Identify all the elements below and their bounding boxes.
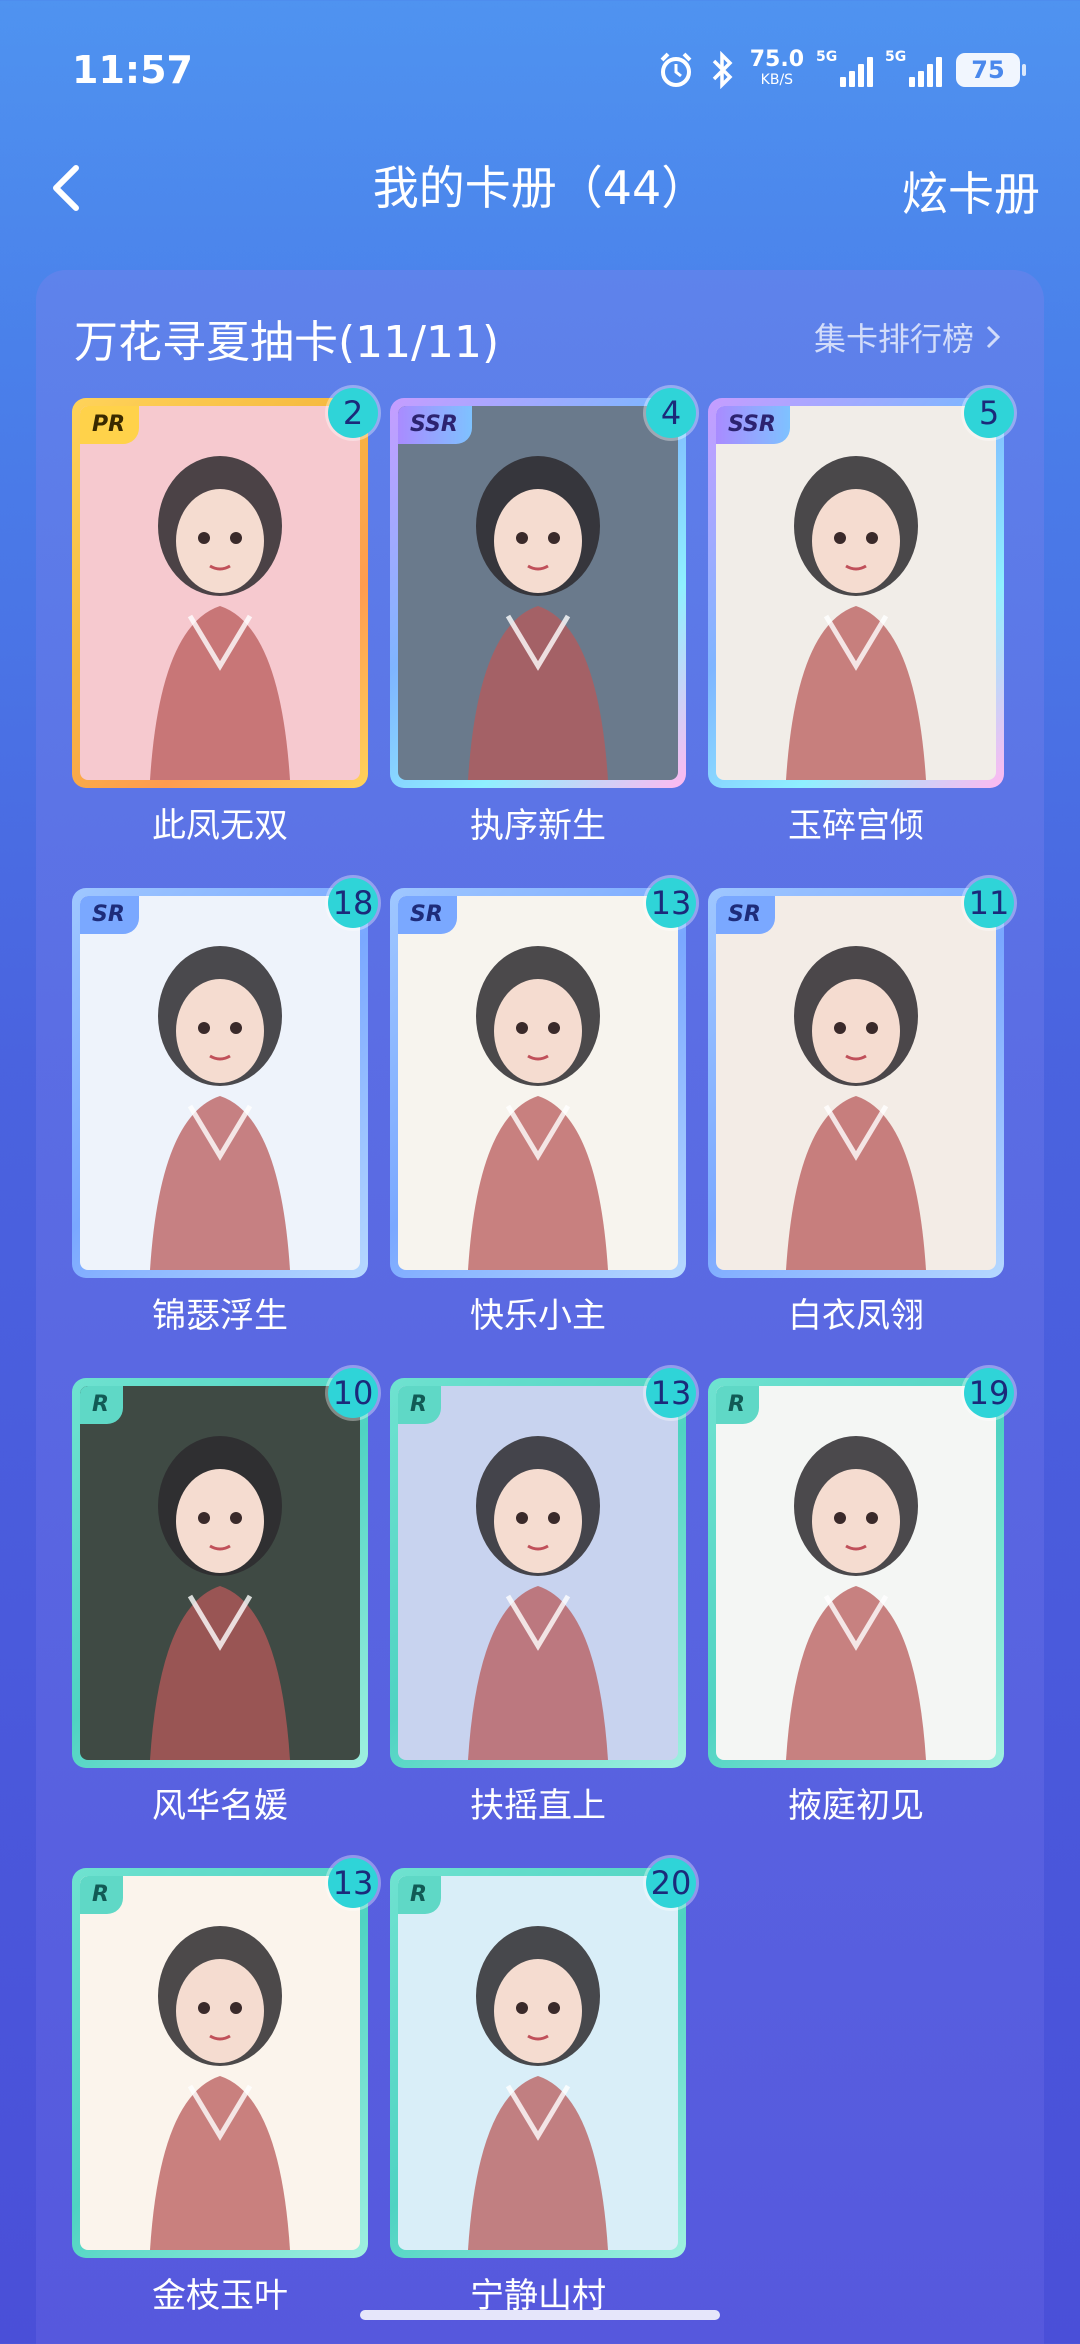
card-item[interactable]: SSR 4 执序新生 [390,388,696,858]
chevron-right-icon [986,325,1001,349]
card-art: R [80,1876,360,2250]
card-item[interactable]: PR 2 此凤无双 [72,388,378,858]
clock: 11:57 [72,48,193,92]
rarity-badge: PR [80,406,140,444]
battery-icon: 75 [956,53,1026,87]
signal-icon: 5G [816,49,873,87]
rarity-badge: SR [398,896,457,934]
character-illustration [468,456,608,780]
card-item[interactable]: R 13 扶摇直上 [390,1368,696,1838]
card-count-badge: 13 [646,878,696,928]
rarity-badge: SR [716,896,775,934]
rarity-badge: R [398,1386,441,1424]
rarity-badge: R [716,1386,759,1424]
card-art: R [398,1386,678,1760]
card-name: 执序新生 [470,806,606,846]
card-count-badge: 20 [646,1858,696,1908]
card-art: R [716,1386,996,1760]
character-illustration [150,456,290,780]
character-illustration [786,1436,926,1760]
card-item[interactable]: R 19 掖庭初见 [708,1368,1014,1838]
rarity-badge: R [80,1386,123,1424]
home-indicator [360,2310,720,2320]
card-count-badge: 10 [328,1368,378,1418]
card-count-badge: 18 [328,878,378,928]
card-art: PR [80,406,360,780]
card-album-panel: 万花寻夏抽卡(11/11) 集卡排行榜 PR 2 此凤无双 SSR 4 执序新生… [36,270,1044,2344]
card-art: SSR [716,406,996,780]
card-art: SR [716,896,996,1270]
card-art: SR [80,896,360,1270]
network-speed: 75.0 KB/S [749,47,804,89]
card-item[interactable]: R 13 金枝玉叶 [72,1858,378,2328]
card-frame: SSR [390,398,686,788]
card-name: 快乐小主 [470,1296,606,1336]
character-illustration [150,946,290,1270]
rarity-badge: SSR [716,406,790,444]
show-album-button[interactable]: 炫卡册 [902,158,1040,224]
card-frame: R [72,1378,368,1768]
rarity-badge: R [80,1876,123,1914]
card-frame: PR [72,398,368,788]
card-name: 此凤无双 [152,806,288,846]
rarity-badge: SR [80,896,139,934]
rarity-badge: SSR [398,406,472,444]
card-count-badge: 11 [964,878,1014,928]
card-item[interactable]: R 20 宁静山村 [390,1858,696,2328]
card-art: SR [398,896,678,1270]
card-name: 玉碎宫倾 [788,806,924,846]
card-count-badge: 13 [328,1858,378,1908]
character-illustration [468,946,608,1270]
character-illustration [786,946,926,1270]
card-item[interactable]: R 10 风华名媛 [72,1368,378,1838]
card-name: 金枝玉叶 [152,2276,288,2316]
card-frame: SSR [708,398,1004,788]
card-frame: R [72,1868,368,2258]
card-name: 风华名媛 [152,1786,288,1826]
bluetooth-icon [712,51,733,89]
section-title: 万花寻夏抽卡(11/11) [74,317,500,368]
card-art: R [80,1386,360,1760]
card-name: 锦瑟浮生 [152,1296,288,1336]
alarm-icon [660,52,692,87]
card-frame: R [390,1868,686,2258]
character-illustration [468,1436,608,1760]
card-item[interactable]: SR 11 白衣凤翎 [708,878,1014,1348]
card-frame: R [708,1378,1004,1768]
character-illustration [150,1436,290,1760]
card-count-badge: 19 [964,1368,1014,1418]
status-bar: 11:57 75.0 KB/S 5G 5G 75 [0,0,1080,140]
card-frame: SR [72,888,368,1278]
card-item[interactable]: SSR 5 玉碎宫倾 [708,388,1014,858]
status-icons: 75.0 KB/S 5G 5G 75 [656,47,1026,90]
card-frame: R [390,1378,686,1768]
signal-icon-2: 5G [885,49,942,87]
card-name: 掖庭初见 [788,1786,924,1826]
card-art: R [398,1876,678,2250]
card-count-badge: 13 [646,1368,696,1418]
character-illustration [786,456,926,780]
ranking-link[interactable]: 集卡排行榜 [814,314,1004,360]
card-frame: SR [390,888,686,1278]
card-item[interactable]: SR 13 快乐小主 [390,878,696,1348]
card-count-badge: 5 [964,388,1014,438]
card-count-badge: 2 [328,388,378,438]
card-name: 扶摇直上 [470,1786,606,1826]
card-name: 白衣凤翎 [788,1296,924,1336]
character-illustration [468,1926,608,2250]
rarity-badge: R [398,1876,441,1914]
card-frame: SR [708,888,1004,1278]
character-illustration [150,1926,290,2250]
card-item[interactable]: SR 18 锦瑟浮生 [72,878,378,1348]
card-count-badge: 4 [646,388,696,438]
card-art: SSR [398,406,678,780]
nav-header: 我的卡册（44） 炫卡册 [0,140,1080,250]
